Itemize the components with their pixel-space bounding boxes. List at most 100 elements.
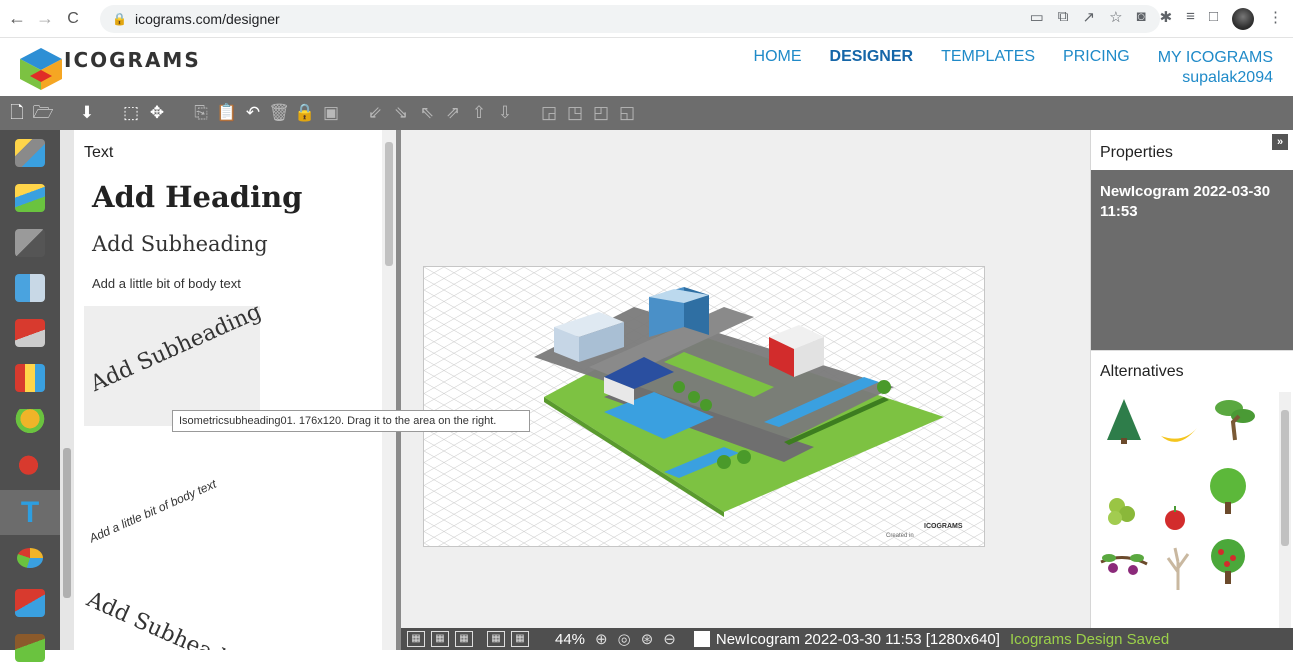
canvas-area[interactable]: Created in ICOGRAMS — [401, 130, 1090, 628]
nav-home[interactable]: HOME — [754, 48, 802, 88]
add-body-text-item[interactable]: Add a little bit of body text — [92, 276, 241, 291]
shapes-icon — [15, 588, 45, 617]
apple-tree-icon[interactable] — [1203, 536, 1253, 586]
isometric-subheading-2-item[interactable]: Add Subheading — [83, 587, 261, 650]
text-panel-scroll-thumb[interactable] — [385, 142, 393, 266]
save-icon[interactable]: ⬇ — [76, 102, 98, 124]
category-text[interactable]: T — [0, 490, 60, 535]
drag-tooltip: Isometricsubheading01. 176x120. Drag it … — [172, 410, 530, 432]
category-markers[interactable] — [0, 445, 60, 490]
move-icon[interactable]: ✥ — [146, 102, 168, 124]
bring-forward-icon[interactable]: ◳ — [564, 102, 586, 124]
align-top-left-icon[interactable]: ⇖ — [416, 102, 438, 124]
bananas-icon[interactable] — [1153, 406, 1203, 456]
background-color-swatch[interactable] — [693, 631, 710, 647]
people-icon — [15, 363, 45, 392]
grape-vine-icon[interactable] — [1099, 542, 1149, 592]
roads-icon — [15, 138, 45, 167]
logo-text[interactable]: ICOGRAMS — [64, 48, 201, 72]
grid-medium-icon[interactable]: ▦ — [455, 631, 473, 647]
paste-icon[interactable]: 📋 — [216, 102, 238, 124]
zoom-in-icon[interactable]: ⊕ — [595, 630, 608, 648]
send-back-icon[interactable]: ◱ — [616, 102, 638, 124]
document-name[interactable]: NewIcogram 2022-03-30 11:53 — [1100, 182, 1290, 222]
alternatives-scroll-thumb[interactable] — [1281, 410, 1289, 546]
group-icon[interactable]: ▣ — [320, 102, 342, 124]
status-bar: ▦ ▦ ▦ ▦ ▦ 44% ⊕ ◎ ⊛ ⊖ NewIcogram 2022-03… — [401, 628, 1293, 650]
category-roads[interactable] — [0, 130, 60, 175]
move-down-icon[interactable]: ⇩ — [494, 102, 516, 124]
category-vehicles[interactable] — [0, 310, 60, 355]
isometric-city-map[interactable] — [424, 267, 985, 547]
text-panel-scrollbar[interactable] — [382, 130, 396, 650]
move-up-icon[interactable]: ⇧ — [468, 102, 490, 124]
clipboard-icon[interactable]: ▭ — [1030, 8, 1044, 30]
category-scrollbar[interactable] — [60, 130, 74, 650]
isometric-body-text-item[interactable]: Add a little bit of body text — [87, 477, 218, 546]
delete-icon[interactable]: 🗑 — [268, 102, 290, 124]
icograms-logo-icon[interactable] — [18, 46, 64, 92]
grid-large-icon[interactable]: ▦ — [487, 631, 505, 647]
translate-icon[interactable]: ⧉ — [1058, 8, 1069, 30]
alternatives-scrollbar[interactable] — [1279, 392, 1291, 628]
category-images[interactable] — [0, 625, 60, 670]
bonsai-tree-icon[interactable] — [1209, 394, 1259, 444]
align-top-right-icon[interactable]: ⇗ — [442, 102, 464, 124]
grid-view-icon[interactable]: ▦ — [407, 631, 425, 647]
nav-templates[interactable]: TEMPLATES — [941, 48, 1035, 88]
round-tree-icon[interactable] — [1203, 466, 1253, 516]
apple-icon[interactable] — [1153, 492, 1203, 542]
map-pin-icon — [15, 453, 45, 482]
category-terrain[interactable] — [0, 175, 60, 220]
bring-front-icon[interactable]: ◲ — [538, 102, 560, 124]
select-icon[interactable]: ⬚ — [120, 102, 142, 124]
zoom-out-icon[interactable]: ⊖ — [663, 630, 676, 648]
sidepanel-icon[interactable]: □ — [1209, 8, 1218, 30]
zoom-fit-icon[interactable]: ◎ — [618, 630, 631, 648]
align-bottom-left-icon[interactable]: ⇙ — [364, 102, 386, 124]
grapes-icon[interactable] — [1099, 484, 1149, 534]
reading-list-icon[interactable]: ≡ — [1186, 8, 1195, 30]
browser-extensions: ▭ ⧉ ↗ ☆ ◙ ✱ ≡ □ ⋮ — [1030, 8, 1283, 30]
send-backward-icon[interactable]: ◰ — [590, 102, 612, 124]
open-folder-icon[interactable]: 🗁 — [32, 102, 54, 124]
puzzle-icon[interactable]: ✱ — [1160, 8, 1173, 30]
zoom-reset-icon[interactable]: ⊛ — [641, 630, 654, 648]
collapse-panel-button[interactable]: » — [1272, 134, 1288, 150]
text-panel: Text Add Heading Add Subheading Add a li… — [74, 130, 386, 650]
undo-icon[interactable]: ↶ — [242, 102, 264, 124]
nav-pricing[interactable]: PRICING — [1063, 48, 1130, 88]
menu-icon[interactable]: ⋮ — [1268, 8, 1283, 30]
address-bar[interactable]: 🔒 icograms.com/designer — [100, 5, 1160, 33]
category-streets[interactable] — [0, 220, 60, 265]
camera-icon[interactable]: ◙ — [1137, 8, 1146, 30]
category-people[interactable] — [0, 355, 60, 400]
profile-avatar[interactable] — [1232, 8, 1254, 30]
fir-tree-icon[interactable] — [1099, 396, 1149, 446]
star-icon[interactable]: ☆ — [1109, 8, 1122, 30]
reload-icon[interactable]: C — [62, 10, 84, 28]
alternatives-title: Alternatives — [1100, 363, 1184, 380]
bare-tree-icon[interactable] — [1153, 542, 1203, 592]
grid-small-icon[interactable]: ▦ — [431, 631, 449, 647]
nav-my-icograms[interactable]: MY ICOGRAMS supalak2094 — [1158, 48, 1273, 88]
category-nature[interactable] — [0, 400, 60, 445]
design-canvas[interactable]: Created in ICOGRAMS — [423, 266, 985, 547]
nav-designer[interactable]: DESIGNER — [830, 48, 914, 88]
forward-icon[interactable]: → — [34, 8, 56, 29]
back-icon[interactable]: ← — [6, 8, 28, 29]
align-bottom-right-icon[interactable]: ⇘ — [390, 102, 412, 124]
grid-xlarge-icon[interactable]: ▦ — [511, 631, 529, 647]
new-file-icon[interactable]: 🗋 — [6, 102, 28, 124]
category-scroll-thumb[interactable] — [63, 448, 71, 598]
lock-item-icon[interactable]: 🔒 — [294, 102, 316, 124]
share-icon[interactable]: ↗ — [1083, 8, 1096, 30]
category-shapes[interactable] — [0, 580, 60, 625]
category-buildings[interactable] — [0, 265, 60, 310]
category-charts[interactable] — [0, 535, 60, 580]
properties-header: Properties » — [1091, 130, 1293, 170]
copy-icon[interactable]: ⎘ — [190, 102, 212, 124]
add-subheading-item[interactable]: Add Subheading — [92, 232, 268, 256]
add-heading-item[interactable]: Add Heading — [92, 180, 302, 214]
text-t-icon: T — [20, 495, 40, 529]
